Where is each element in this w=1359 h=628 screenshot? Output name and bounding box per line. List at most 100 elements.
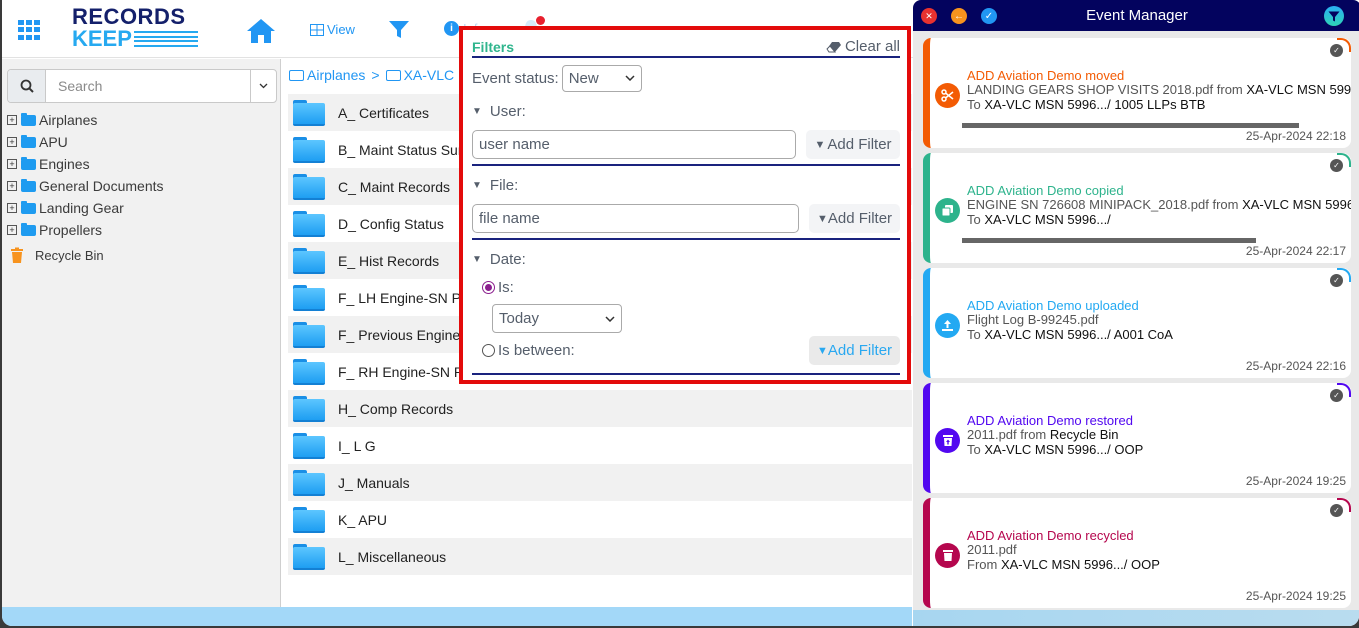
filter-icon: ▼ xyxy=(816,344,828,357)
view-grid-icon xyxy=(310,23,324,36)
date-is-radio[interactable] xyxy=(482,280,495,294)
event-title: ADD Aviation Demo recycled xyxy=(967,528,1134,543)
view-button[interactable]: View xyxy=(310,22,355,37)
add-user-filter-button[interactable]: ▼ Add Filter xyxy=(806,130,900,159)
folder-row[interactable]: L_ Miscellaneous xyxy=(288,538,912,575)
date-between-radio[interactable] xyxy=(482,344,495,357)
date-is-option[interactable]: Is: xyxy=(482,276,900,298)
user-section-toggle[interactable]: ▼ User: xyxy=(472,100,900,122)
chevron-down-icon xyxy=(259,83,268,89)
event-file-name: Flight Log B-99245.pdf xyxy=(967,312,1099,327)
tree-item-general-documents[interactable]: + General Documents xyxy=(7,175,164,197)
mark-read-check-icon[interactable]: ✓ xyxy=(1330,274,1343,287)
clear-all-button[interactable]: Clear all xyxy=(826,38,900,55)
event-title: ADD Aviation Demo restored xyxy=(967,413,1133,428)
search-input[interactable] xyxy=(46,70,250,102)
date-section-toggle[interactable]: ▼ Date: xyxy=(472,248,900,270)
event-to-word: To xyxy=(967,212,981,227)
file-section-toggle[interactable]: ▼ File: xyxy=(472,174,900,196)
event-uploaded-icon xyxy=(935,313,960,338)
home-button[interactable] xyxy=(246,18,276,44)
folder-icon xyxy=(293,395,325,422)
mark-read-check-icon[interactable]: ✓ xyxy=(1330,389,1343,402)
tree-item-landing-gear[interactable]: + Landing Gear xyxy=(7,197,164,219)
filter-icon xyxy=(389,21,409,38)
folder-icon xyxy=(21,134,36,148)
folder-tree: + Airplanes + APU + Engines + General Docume… xyxy=(7,109,164,267)
add-file-filter-button[interactable]: ▼ Add Filter xyxy=(809,204,900,233)
filter-toggle-button[interactable] xyxy=(388,20,410,40)
event-file-name: 2011.pdf xyxy=(967,427,1017,442)
expand-icon[interactable]: + xyxy=(7,181,17,191)
folder-row[interactable]: I_ L G xyxy=(288,427,912,464)
expand-icon[interactable]: + xyxy=(7,203,17,213)
tree-item-label: Airplanes xyxy=(39,112,98,128)
folder-icon xyxy=(21,222,36,236)
date-label: Date: xyxy=(489,250,526,268)
date-between-option[interactable]: Is between: xyxy=(482,340,575,362)
clear-all-label: Clear all xyxy=(844,38,900,55)
expand-icon[interactable]: + xyxy=(7,159,17,169)
event-to-word: To xyxy=(967,327,981,342)
expand-icon[interactable]: + xyxy=(7,225,17,235)
date-is-label: Is: xyxy=(498,278,514,296)
filters-title: Filters xyxy=(472,39,515,55)
tree-item-engines[interactable]: + Engines xyxy=(7,153,164,175)
mark-read-check-icon[interactable]: ✓ xyxy=(1330,159,1343,172)
event-file-line: 2011.pdf xyxy=(967,542,1351,557)
search-options-dropdown[interactable] xyxy=(250,70,276,102)
tree-item-propellers[interactable]: + Propellers xyxy=(7,219,164,241)
add-filter-label: Add Filter xyxy=(827,342,893,359)
event-timestamp: 25-Apr-2024 22:16 xyxy=(1245,359,1346,373)
event-dest-path: XA-VLC MSN 5996.../ A001 CoA xyxy=(984,327,1173,342)
file-name-input[interactable] xyxy=(472,204,799,233)
breadcrumb-item[interactable]: Airplanes xyxy=(307,67,365,83)
event-card-uploaded[interactable]: ✓ ADD Aviation Demo uploaded Flight Log B-… xyxy=(923,268,1351,378)
filters-header: Filters Clear all xyxy=(472,38,900,58)
event-manager-panel: ✕ ← ✓ Event Manager ✓ ADD Aviation Demo m… xyxy=(913,0,1359,626)
folder-icon xyxy=(293,469,325,496)
event-card-moved[interactable]: ✓ ADD Aviation Demo moved LANDING GEARS SH… xyxy=(923,38,1351,148)
tree-item-apu[interactable]: + APU xyxy=(7,131,164,153)
records-keep-logo[interactable]: RECORDS KEEP xyxy=(72,6,212,50)
add-date-filter-button[interactable]: ▼ Add Filter xyxy=(809,336,900,365)
chevron-down-icon xyxy=(605,315,615,322)
event-to-word: From xyxy=(967,557,998,572)
expand-icon[interactable]: + xyxy=(7,137,17,147)
folder-row[interactable]: K_ APU xyxy=(288,501,912,538)
search-button[interactable] xyxy=(8,70,46,102)
expand-icon[interactable]: + xyxy=(7,115,17,125)
recycle-bin[interactable]: Recycle Bin xyxy=(9,243,164,267)
event-copied-icon xyxy=(935,198,960,223)
mark-read-check-icon[interactable]: ✓ xyxy=(1330,504,1343,517)
logo-line2: KEEP xyxy=(72,26,132,51)
folder-row[interactable]: H_ Comp Records xyxy=(288,390,912,427)
user-name-input[interactable] xyxy=(472,130,796,159)
event-status-value: New xyxy=(568,69,599,87)
event-card-restored[interactable]: ✓ ADD Aviation Demo restored 2011.pdf from… xyxy=(923,383,1351,493)
tree-item-airplanes[interactable]: + Airplanes xyxy=(7,109,164,131)
event-file-line: Flight Log B-99245.pdf xyxy=(967,312,1351,327)
folder-name: F_ Previous Engines xyxy=(338,326,468,343)
event-dest-path: XA-VLC MSN 5996.../ xyxy=(984,212,1111,227)
filter-icon: ▼ xyxy=(816,212,828,225)
event-card-copied[interactable]: ✓ ADD Aviation Demo copied ENGINE SN 72660… xyxy=(923,153,1351,263)
event-timestamp: 25-Apr-2024 22:18 xyxy=(1245,129,1346,143)
folder-row[interactable]: J_ Manuals xyxy=(288,464,912,501)
event-source-path: XA-VLC MSN 5996/ xyxy=(1246,82,1351,97)
event-card-recycled[interactable]: ✓ ADD Aviation Demo recycled 2011.pdf From … xyxy=(923,498,1351,608)
apps-grid-icon[interactable] xyxy=(18,20,40,40)
event-to-word: To xyxy=(967,97,981,112)
logo-stripes xyxy=(133,31,198,47)
date-is-select[interactable]: Today xyxy=(492,304,622,333)
event-destination-line: From XA-VLC MSN 5996.../ OOP xyxy=(967,557,1160,572)
event-timestamp: 25-Apr-2024 19:25 xyxy=(1245,589,1346,603)
event-file-line: LANDING GEARS SHOP VISITS 2018.pdf from … xyxy=(967,82,1351,97)
event-filter-button[interactable] xyxy=(1324,6,1344,26)
folder-tree-sidebar: + Airplanes + APU + Engines + General Docume… xyxy=(2,59,281,607)
mark-read-check-icon[interactable]: ✓ xyxy=(1330,44,1343,57)
event-status-select[interactable]: New xyxy=(561,64,642,92)
event-status-row: Event status: New xyxy=(472,64,900,92)
folder-icon xyxy=(293,99,325,126)
folder-name: A_ Certificates xyxy=(338,104,430,121)
